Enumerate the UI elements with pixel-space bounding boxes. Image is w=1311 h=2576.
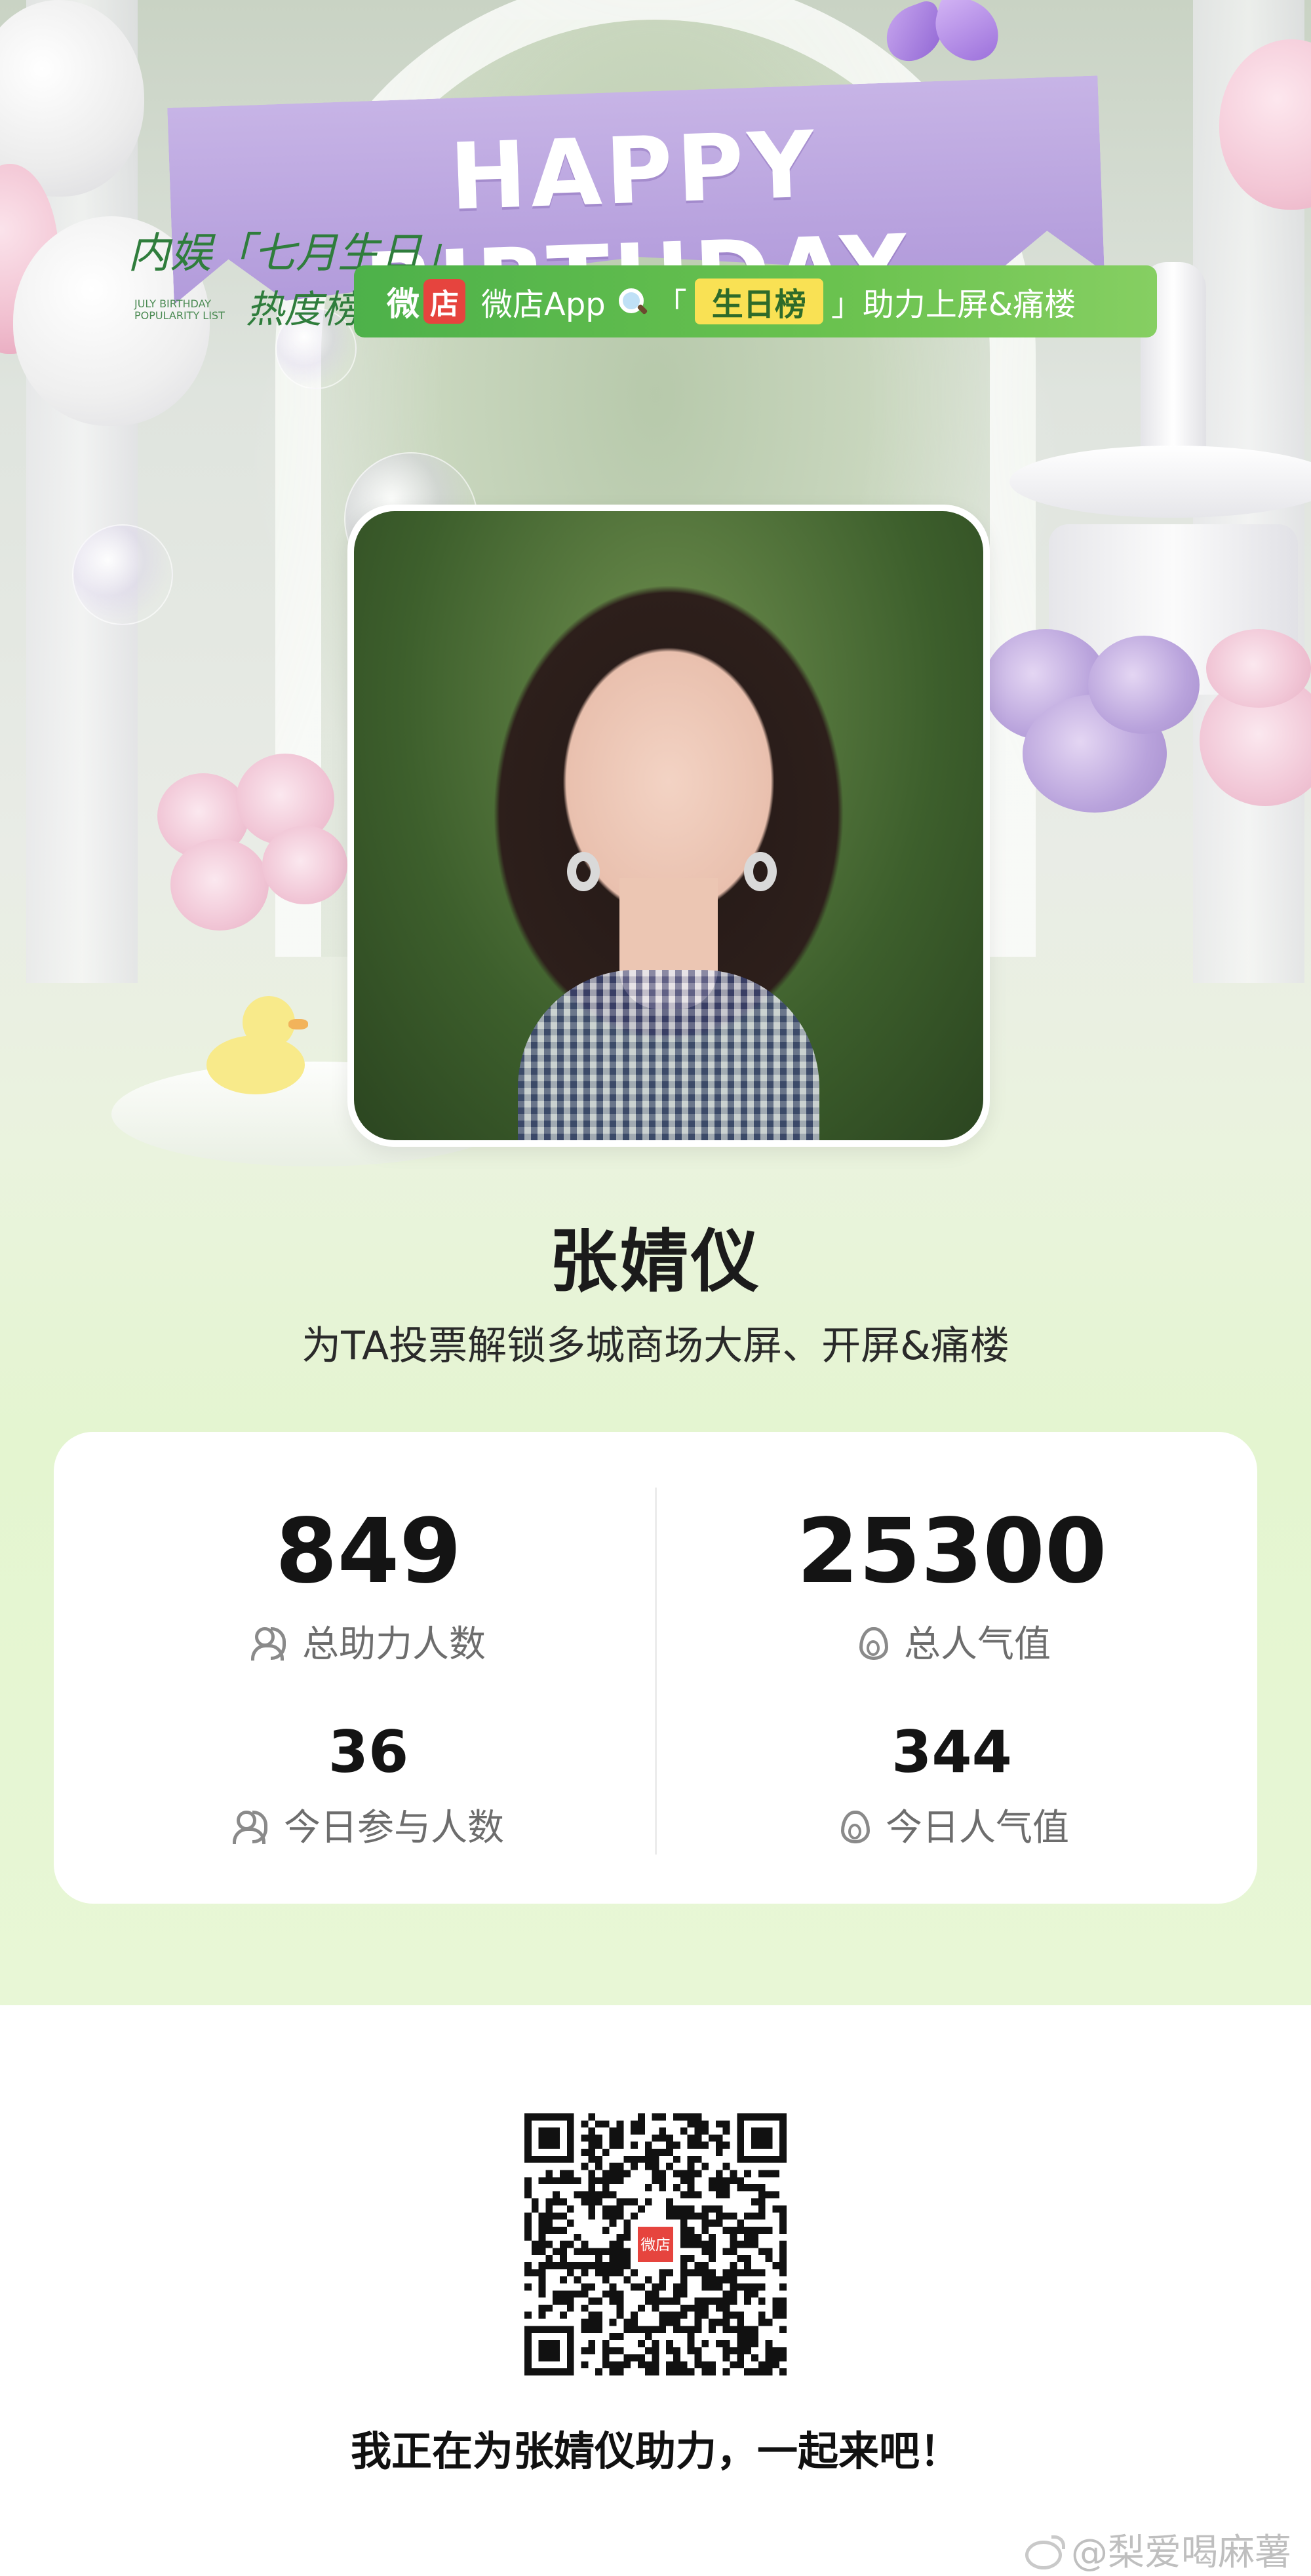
- vote-subtitle: 为TA投票解锁多城商场大屏、开屏&痛楼: [302, 1323, 1009, 1369]
- logo-english: JULY BIRTHDAY POPULARITY LIST: [134, 298, 225, 322]
- users-icon: [233, 1807, 269, 1844]
- rank-label: 生日榜: [694, 279, 823, 324]
- stat-label: 总助力人数: [302, 1623, 486, 1666]
- rose: [1206, 629, 1311, 708]
- qr-code[interactable]: 微店: [524, 2113, 787, 2375]
- event-logo: 内娱「七月生日」 热度榜 JULY BIRTHDAY POPULARITY LI…: [128, 220, 463, 337]
- rose: [170, 839, 269, 931]
- hero-background: HAPPY BIRTHDAY 内娱「七月生日」 热度榜 JULY BIRTHDA…: [0, 0, 1311, 2005]
- flame-icon: [834, 1807, 871, 1843]
- portrait-image: [354, 511, 983, 1140]
- promo-bar[interactable]: 微 店 微店App 「 生日榜 」 助力上屏&痛楼: [354, 265, 1157, 337]
- invite-text: 我正在为张婧仪助力，一起来吧！: [350, 2427, 960, 2475]
- stat-value: 344: [891, 1718, 1012, 1786]
- stat-today-supporters: 36 今日参与人数: [73, 1723, 663, 1851]
- brand-badge: 店: [423, 279, 465, 324]
- stats-card: 849 总助力人数 25300 总人气值 36 今日参与人数 344 今日人气值: [54, 1432, 1257, 1904]
- bubble: [72, 524, 173, 625]
- brand-prefix: 微: [387, 285, 420, 323]
- watermark-text: @梨爱喝麻薯: [1071, 2531, 1291, 2574]
- app-name: 微店App: [481, 286, 606, 323]
- qr-center-badge: 微店: [640, 2237, 670, 2254]
- profile-photo: [347, 505, 990, 1147]
- stat-label: 今日人气值: [886, 1807, 1069, 1849]
- rose: [262, 826, 347, 904]
- stat-today-popularity: 344 今日人气值: [657, 1723, 1247, 1851]
- stat-label: 今日参与人数: [284, 1807, 504, 1849]
- rubber-duck: [206, 996, 308, 1094]
- rank-open-bracket: 「: [655, 286, 687, 323]
- weibo-icon: [1025, 2535, 1065, 2569]
- weibo-watermark: @梨爱喝麻薯: [1025, 2523, 1291, 2576]
- logo-subtitle: 热度榜: [246, 287, 361, 332]
- stat-label: 总人气值: [904, 1623, 1051, 1666]
- search-icon: [617, 287, 646, 316]
- hydrangea: [1088, 636, 1200, 734]
- users-icon: [251, 1623, 288, 1661]
- butterfly-icon: [872, 0, 1006, 85]
- stat-total-popularity: 25300 总人气值: [657, 1507, 1247, 1668]
- celebrity-name: 张婧仪: [549, 1221, 762, 1301]
- stat-value: 25300: [796, 1500, 1107, 1604]
- promo-tail: 助力上屏&痛楼: [862, 286, 1076, 323]
- stat-total-supporters: 849 总助力人数: [73, 1507, 663, 1668]
- stat-value: 849: [275, 1500, 461, 1604]
- flame-icon: [853, 1623, 890, 1660]
- stat-value: 36: [328, 1718, 409, 1786]
- rank-close-bracket: 」: [831, 286, 863, 323]
- qr-code-image: 微店: [524, 2113, 787, 2375]
